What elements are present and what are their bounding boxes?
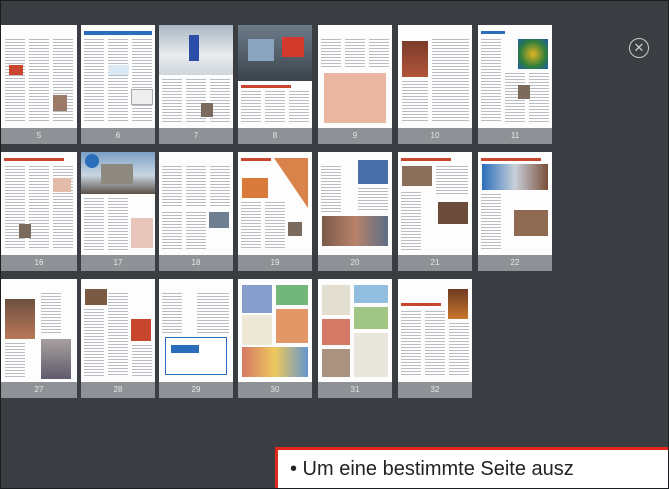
page-thumbnail[interactable]: 20	[318, 152, 392, 271]
page-thumbnail[interactable]: 5	[1, 25, 77, 144]
page-preview	[159, 152, 233, 255]
page-number: 6	[81, 128, 155, 144]
page-number: 29	[159, 382, 233, 398]
page-number: 10	[398, 128, 472, 144]
page-thumbnail[interactable]: 19	[238, 152, 312, 271]
page-number: 21	[398, 255, 472, 271]
page-thumbnail[interactable]: 31	[318, 279, 392, 398]
page-thumbnail[interactable]: 28	[81, 279, 155, 398]
page-preview	[81, 152, 155, 255]
page-number: 17	[81, 255, 155, 271]
page-thumbnail[interactable]: 6	[81, 25, 155, 144]
page-thumbnail[interactable]: 18	[159, 152, 233, 271]
page-preview	[398, 152, 472, 255]
page-preview	[238, 25, 312, 128]
page-number: 9	[318, 128, 392, 144]
page-number: 22	[478, 255, 552, 271]
page-preview	[398, 279, 472, 382]
page-number: 8	[238, 128, 312, 144]
page-preview	[159, 279, 233, 382]
page-thumbnail[interactable]: 16	[1, 152, 77, 271]
page-thumbnail[interactable]: 21	[398, 152, 472, 271]
page-number: 31	[318, 382, 392, 398]
page-number: 30	[238, 382, 312, 398]
page-preview	[159, 25, 233, 128]
page-number: 28	[81, 382, 155, 398]
page-thumbnail[interactable]: 32	[398, 279, 472, 398]
page-thumbnail[interactable]: 7	[159, 25, 233, 144]
page-preview	[318, 25, 392, 128]
page-thumbnail[interactable]: 9	[318, 25, 392, 144]
page-thumbnail[interactable]: 8	[238, 25, 312, 144]
page-thumbnail[interactable]: 30	[238, 279, 312, 398]
help-tooltip: • Um eine bestimmte Seite ausz	[275, 447, 668, 488]
page-thumbnail[interactable]: 10	[398, 25, 472, 144]
thumbnail-viewer: 5 6 7 8 9 10 11 16 17 18 19 20 21 22 27 …	[0, 0, 669, 489]
page-number: 27	[1, 382, 77, 398]
page-preview	[238, 279, 312, 382]
page-number: 7	[159, 128, 233, 144]
page-preview	[81, 279, 155, 382]
page-preview	[318, 279, 392, 382]
page-preview	[1, 279, 77, 382]
page-number: 32	[398, 382, 472, 398]
page-preview	[318, 152, 392, 255]
page-number: 18	[159, 255, 233, 271]
page-thumbnail[interactable]: 11	[478, 25, 552, 144]
page-preview	[81, 25, 155, 128]
page-preview	[1, 25, 77, 128]
page-thumbnail[interactable]: 29	[159, 279, 233, 398]
page-number: 20	[318, 255, 392, 271]
tooltip-text: • Um eine bestimmte Seite ausz	[290, 458, 574, 480]
page-thumbnail[interactable]: 27	[1, 279, 77, 398]
page-thumbnail[interactable]: 17	[81, 152, 155, 271]
page-number: 16	[1, 255, 77, 271]
page-preview	[238, 152, 312, 255]
close-icon[interactable]: ✕	[629, 38, 649, 58]
page-preview	[1, 152, 77, 255]
page-number: 11	[478, 128, 552, 144]
page-preview	[478, 25, 552, 128]
page-preview	[398, 25, 472, 128]
page-number: 19	[238, 255, 312, 271]
page-number: 5	[1, 128, 77, 144]
page-preview	[478, 152, 552, 255]
page-thumbnail[interactable]: 22	[478, 152, 552, 271]
